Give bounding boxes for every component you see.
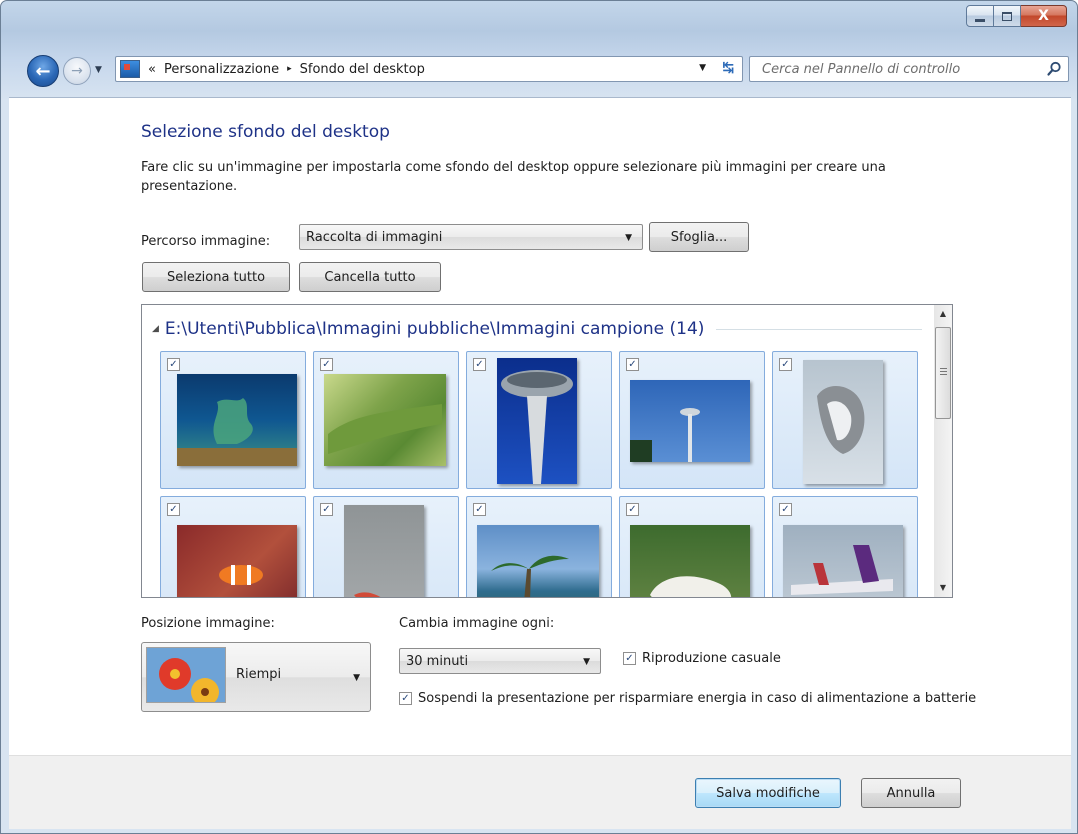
breadcrumb-personalizzazione[interactable]: Personalizzazione [164,62,279,77]
clear-all-button[interactable]: Cancella tutto [299,262,441,292]
change-interval-select[interactable]: 30 minuti ▼ [399,648,601,674]
minimize-icon [975,18,985,22]
gallery-group-title: E:\Utenti\Pubblica\Immagini pubbliche\Im… [164,319,705,339]
control-panel-icon [120,60,140,78]
grip-icon [940,368,947,369]
maximize-button[interactable] [994,5,1021,27]
control-panel-window: X ← → ▼ « Personalizzazione ▸ Sfondo del… [0,0,1078,834]
footer-bar: Salva modifiche Annulla [9,755,1071,829]
picture-position-select[interactable]: Riempi ▼ [141,642,371,712]
address-bar[interactable]: « Personalizzazione ▸ Sfondo del desktop… [115,56,743,82]
change-interval-label: Cambia immagine ogni: [399,616,555,631]
thumbnail-tile[interactable]: ✓ [619,351,765,489]
tile-checkbox[interactable]: ✓ [167,503,180,516]
shuffle-checkbox[interactable]: ✓ [623,652,636,665]
maximize-icon [1002,11,1012,21]
shuffle-option[interactable]: ✓ Riproduzione casuale [623,651,781,666]
chevron-down-icon: ▼ [625,233,632,243]
search-icon[interactable] [1046,61,1062,77]
address-overflow-chevron[interactable]: « [148,62,156,77]
tile-checkbox[interactable]: ✓ [626,503,639,516]
minimize-button[interactable] [966,5,994,27]
thumbnail-tile[interactable]: ✓ [160,351,306,489]
recent-pages-dropdown[interactable]: ▼ [95,65,102,75]
save-changes-button[interactable]: Salva modifiche [695,778,841,808]
battery-option[interactable]: ✓ Sospendi la presentazione per risparmi… [399,691,976,706]
tile-checkbox[interactable]: ✓ [473,358,486,371]
tile-checkbox[interactable]: ✓ [320,503,333,516]
breadcrumb-separator-icon[interactable]: ▸ [287,64,292,74]
cancel-button[interactable]: Annulla [861,778,961,808]
back-arrow-icon: ← [35,60,51,82]
page-title: Selezione sfondo del desktop [141,122,390,142]
scroll-down-icon[interactable]: ▼ [934,579,952,597]
airplanes-thumbnail [783,525,903,597]
page-description: Fare clic su un'immagine per impostarla … [141,160,886,194]
select-all-button[interactable]: Seleziona tutto [142,262,290,292]
battery-checkbox[interactable]: ✓ [399,692,412,705]
picture-gallery[interactable]: ◢ E:\Utenti\Pubblica\Immagini pubbliche\… [141,304,953,598]
green-leaf-thumbnail [324,374,446,466]
tile-checkbox[interactable]: ✓ [320,358,333,371]
close-icon: X [1038,8,1049,24]
tile-checkbox[interactable]: ✓ [473,503,486,516]
change-interval-value: 30 minuti [406,653,469,669]
search-input[interactable] [750,57,1030,81]
breadcrumb-sfondo-desktop[interactable]: Sfondo del desktop [300,62,425,77]
white-dog-thumbnail [630,525,750,597]
picture-location-value: Raccolta di immagini [306,229,443,245]
thumbnail-tile[interactable]: ✓ [313,496,459,597]
wolf-in-snow-thumbnail [803,360,883,484]
tile-checkbox[interactable]: ✓ [626,358,639,371]
close-button[interactable]: X [1021,5,1067,27]
gallery-group-header[interactable]: ◢ E:\Utenti\Pubblica\Immagini pubbliche\… [152,319,922,339]
picture-position-label: Posizione immagine: [141,616,275,631]
scroll-up-icon[interactable]: ▲ [934,305,952,323]
thumbnail-tile[interactable]: ✓ [772,351,918,489]
space-needle-closeup-thumbnail [497,358,577,484]
search-box [749,56,1069,82]
clownfish-thumbnail [177,525,297,597]
palm-coast-thumbnail [477,525,599,597]
address-dropdown-icon[interactable]: ▼ [699,63,706,73]
shuffle-label: Riproduzione casuale [642,651,781,666]
refresh-icon[interactable]: ↹ [722,60,734,76]
title-bar: X [1,1,1077,43]
forward-arrow-icon: → [71,63,83,79]
tile-checkbox[interactable]: ✓ [779,358,792,371]
battery-label: Sospendi la presentazione per risparmiar… [418,691,977,706]
caption-buttons: X [966,5,1067,27]
thumbnail-tile[interactable]: ✓ [466,351,612,489]
thumbnail-tile[interactable]: ✓ [313,351,459,489]
content-pane: Selezione sfondo del desktop Fare clic s… [9,97,1071,755]
flower-preview-icon [146,647,226,703]
kayak-thumbnail [344,505,424,597]
navigation-bar: ← → ▼ « Personalizzazione ▸ Sfondo del d… [1,53,1077,89]
gallery-scrollbar[interactable]: ▲ ▼ [934,305,952,597]
tile-checkbox[interactable]: ✓ [779,503,792,516]
tile-checkbox[interactable]: ✓ [167,358,180,371]
browse-button[interactable]: Sfoglia... [649,222,749,252]
group-divider [716,328,922,330]
picture-location-label: Percorso immagine: [141,234,271,249]
scroll-thumb[interactable] [935,327,951,419]
thumbnail-tile[interactable]: ✓ [772,496,918,597]
thumbnail-tile[interactable]: ✓ [619,496,765,597]
forward-button[interactable]: → [63,57,91,85]
thumbnail-tile[interactable]: ✓ [160,496,306,597]
collapse-triangle-icon[interactable]: ◢ [152,324,159,334]
space-needle-sky-thumbnail [630,380,750,462]
picture-location-select[interactable]: Raccolta di immagini ▼ [299,224,643,250]
thumbnail-tile[interactable]: ✓ [466,496,612,597]
picture-position-value: Riempi [236,667,282,682]
back-button[interactable]: ← [27,55,59,87]
chevron-down-icon: ▼ [353,673,360,683]
chevron-down-icon: ▼ [583,657,590,667]
coral-reef-thumbnail [177,374,297,466]
